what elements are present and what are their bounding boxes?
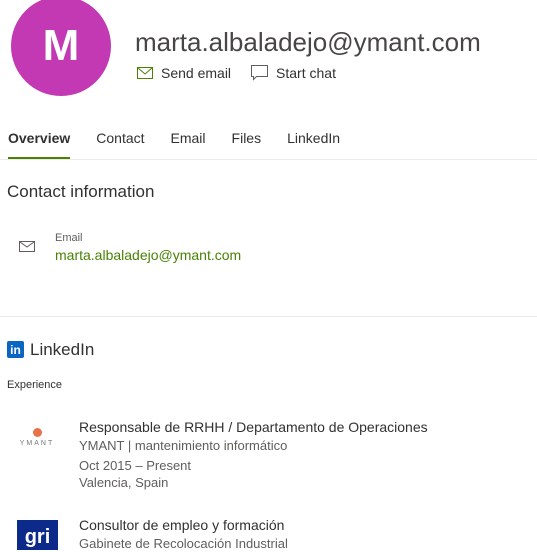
job-company: YMANT | mantenimiento informático bbox=[79, 438, 288, 453]
contact-heading: Contact information bbox=[7, 182, 155, 201]
avatar-initial: M bbox=[42, 21, 80, 70]
linkedin-heading: LinkedIn bbox=[30, 340, 95, 359]
tab-overview[interactable]: Overview bbox=[8, 128, 71, 159]
job-entry: Responsable de RRHH / Departamento de Op… bbox=[79, 419, 428, 491]
divider bbox=[0, 316, 537, 317]
tab-linkedin[interactable]: LinkedIn bbox=[287, 128, 340, 159]
job-title: Responsable de RRHH / Departamento de Op… bbox=[79, 419, 428, 435]
job-dates: Oct 2015 – Present bbox=[79, 458, 192, 473]
profile-actions: Send email Start chat bbox=[137, 65, 336, 81]
email-label: Email bbox=[55, 232, 83, 244]
job-location: Valencia, Spain bbox=[79, 475, 169, 490]
mail-icon bbox=[137, 67, 153, 79]
job-entry: Consultor de empleo y formación Gabinete… bbox=[79, 517, 288, 552]
tab-bar: Overview Contact Email Files LinkedIn bbox=[0, 128, 537, 160]
experience-label: Experience bbox=[7, 379, 63, 391]
start-chat-label: Start chat bbox=[276, 65, 336, 81]
avatar: M bbox=[11, 0, 111, 96]
linkedin-icon: in bbox=[7, 341, 24, 358]
tab-contact[interactable]: Contact bbox=[96, 128, 144, 159]
chat-icon bbox=[251, 65, 269, 81]
job-company: Gabinete de Recolocación Industrial bbox=[79, 536, 288, 551]
mail-icon bbox=[19, 241, 35, 252]
send-email-label: Send email bbox=[161, 65, 232, 81]
email-link[interactable]: marta.albaladejo@ymant.com bbox=[55, 247, 241, 263]
start-chat-button[interactable]: Start chat bbox=[251, 65, 336, 81]
profile-name: marta.albaladejo@ymant.com bbox=[135, 27, 481, 57]
gri-logo: gri bbox=[17, 520, 58, 550]
job-title: Consultor de empleo y formación bbox=[79, 517, 285, 533]
send-email-button[interactable]: Send email bbox=[137, 65, 231, 81]
tab-files[interactable]: Files bbox=[232, 128, 262, 159]
ymant-logo: YMANT bbox=[16, 428, 58, 447]
tab-email[interactable]: Email bbox=[171, 128, 206, 159]
